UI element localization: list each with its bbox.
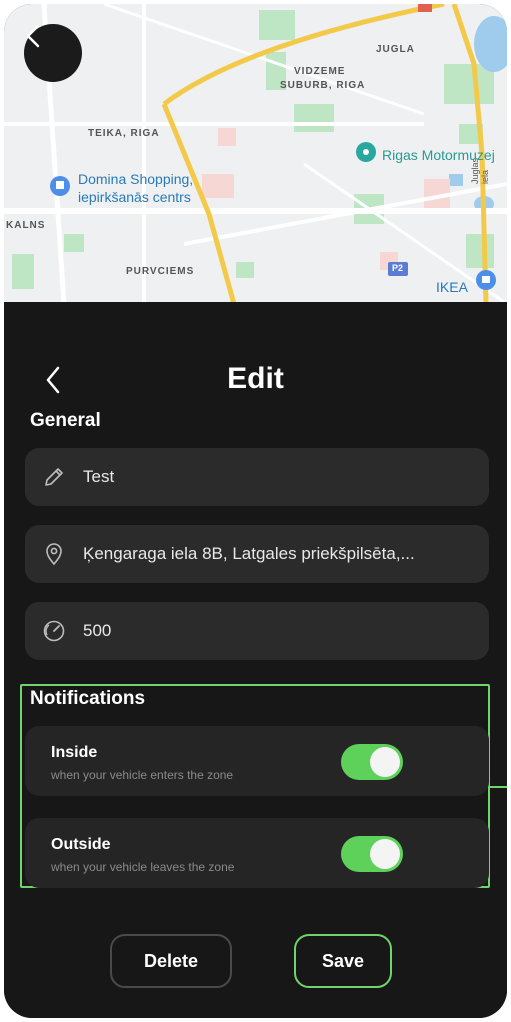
inside-subtitle: when your vehicle enters the zone [51, 768, 234, 782]
map-view[interactable]: JUGLA VIDZEME SUBURB, RIGA TEIKA, RIGA K… [4, 4, 507, 304]
inside-title: Inside [51, 744, 98, 761]
poi-domina-line1[interactable]: Domina Shopping, [78, 170, 193, 188]
poi-domina-line2[interactable]: iepirkšanās centrs [78, 188, 191, 206]
toggle-knob [370, 839, 400, 869]
highlight-connector-line [490, 786, 507, 788]
radius-value: 500 [83, 621, 112, 640]
address-field[interactable]: Ķengaraga iela 8B, Latgales priekšpilsēt… [25, 525, 489, 583]
gauge-icon [41, 618, 67, 644]
general-section-title: General [30, 410, 101, 431]
map-label-kalns: KALNS [6, 220, 46, 231]
name-field[interactable]: Test [25, 448, 489, 506]
notifications-section-title: Notifications [30, 688, 146, 709]
poi-rigas-motormuzejs[interactable]: Rigas Motormuzej [382, 146, 495, 164]
notification-inside-row: Inside when your vehicle enters the zone [25, 726, 489, 796]
outside-title: Outside [51, 836, 111, 853]
inside-toggle[interactable] [341, 744, 403, 780]
save-button[interactable]: Save [294, 934, 392, 988]
page-title: Edit [227, 362, 284, 395]
pencil-icon [41, 464, 67, 490]
poi-ikea[interactable]: IKEA [436, 278, 468, 296]
map-label-jugla: JUGLA [376, 44, 415, 55]
delete-button[interactable]: Delete [110, 934, 232, 988]
edit-header: Edit [4, 358, 507, 400]
map-label-purvciems: PURVCIEMS [126, 266, 195, 277]
address-value: Ķengaraga iela 8B, Latgales priekšpilsēt… [83, 544, 415, 563]
outside-toggle[interactable] [341, 836, 403, 872]
edit-panel: Edit General Test Ķengaraga iela 8B, Lat… [4, 302, 507, 1018]
name-value: Test [83, 467, 115, 486]
map-back-button[interactable] [24, 24, 82, 82]
location-pin-icon [41, 541, 67, 567]
toggle-knob [370, 747, 400, 777]
map-label-teika: TEIKA, RIGA [88, 128, 160, 139]
map-label-vidzeme: VIDZEME [294, 66, 346, 77]
radius-field[interactable]: 500 [25, 602, 489, 660]
map-label-p2: P2 [392, 263, 404, 273]
map-label-vidzeme-suburb: SUBURB, RIGA [280, 80, 366, 91]
chevron-left-icon [26, 24, 40, 48]
notification-outside-row: Outside when your vehicle leaves the zon… [25, 818, 489, 888]
outside-subtitle: when your vehicle leaves the zone [51, 860, 235, 874]
phone-screen: JUGLA VIDZEME SUBURB, RIGA TEIKA, RIGA K… [4, 4, 507, 1018]
